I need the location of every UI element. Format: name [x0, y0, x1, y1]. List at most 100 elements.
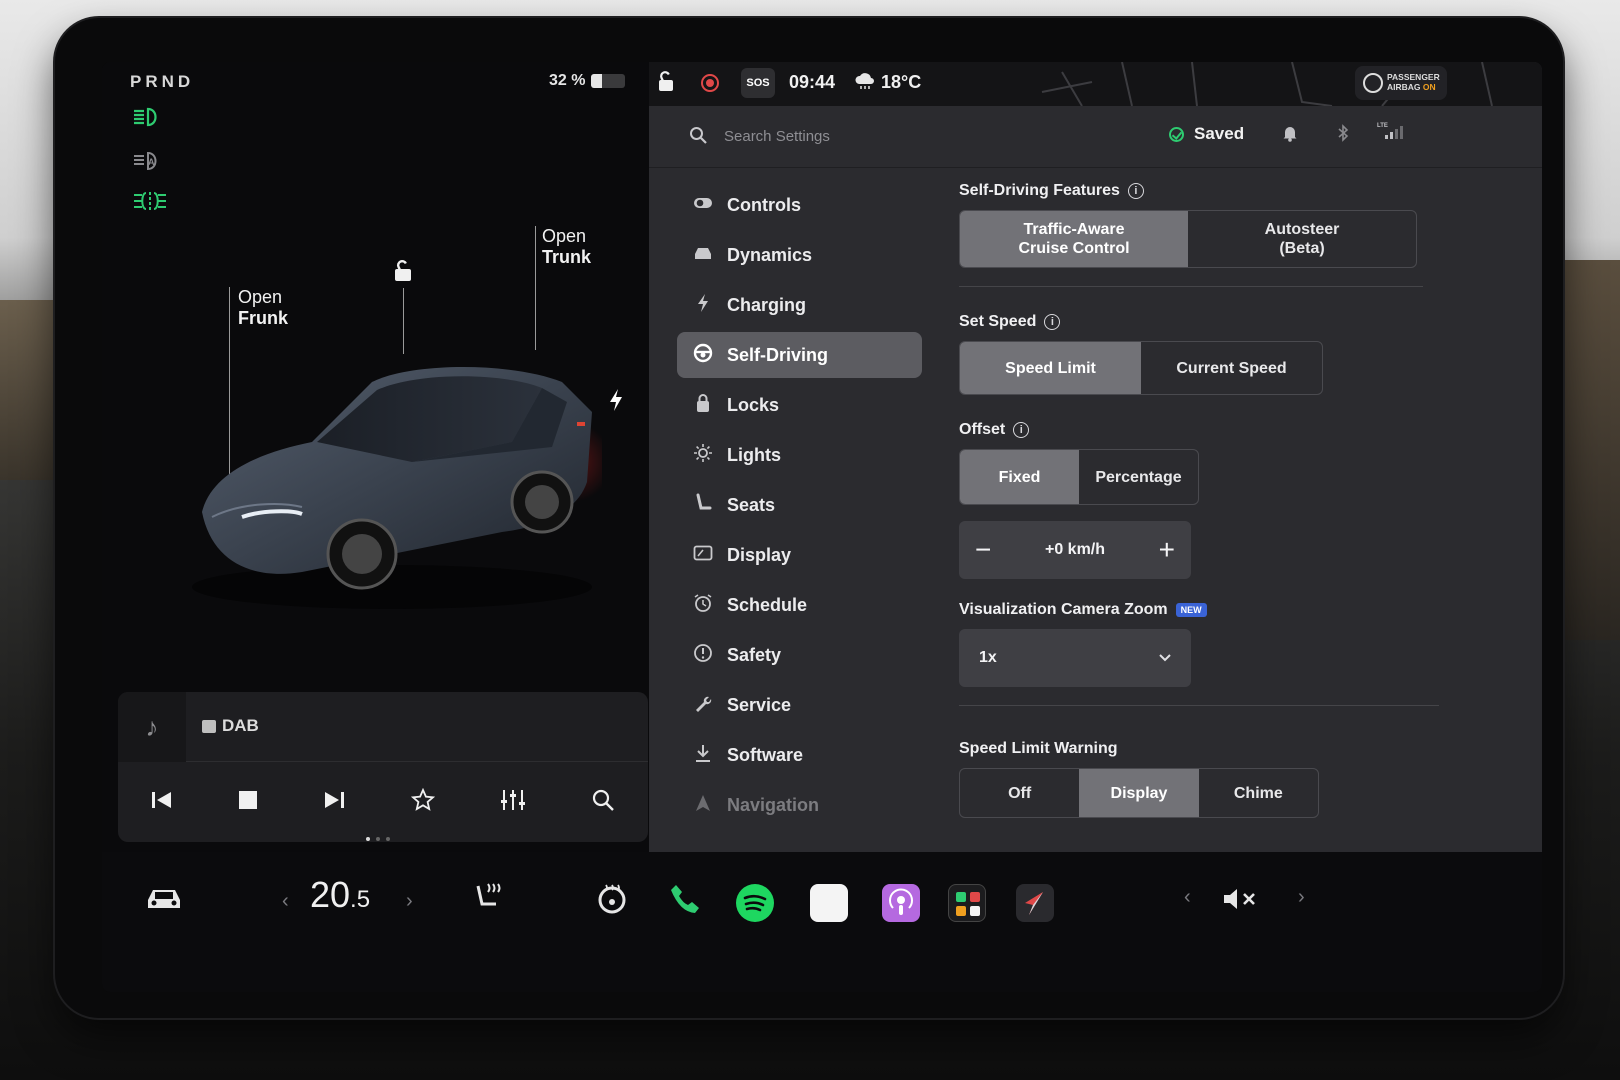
- percentage-option[interactable]: Percentage: [1079, 450, 1198, 504]
- sidebar-item-label: Service: [727, 694, 792, 715]
- status-bar: SOS 09:44 18°C PASSENGER AIRBAG ON: [649, 62, 1542, 106]
- sidebar-item-self-driving[interactable]: Self-Driving: [677, 332, 922, 378]
- fixed-option[interactable]: Fixed: [960, 450, 1079, 504]
- navigation-arrow-icon: [693, 793, 713, 818]
- sidebar-item-locks[interactable]: Locks: [677, 382, 922, 428]
- toggle-icon: [693, 195, 713, 215]
- cabin-temperature[interactable]: 20.5: [310, 874, 370, 916]
- wrench-icon: [693, 693, 713, 718]
- warning-off-option[interactable]: Off: [960, 769, 1079, 817]
- sidebar-item-label: Navigation: [727, 794, 820, 815]
- warning-chime-option[interactable]: Chime: [1199, 769, 1318, 817]
- search-icon: [690, 127, 707, 144]
- radio-source-icon: [202, 719, 216, 733]
- navigation-icon[interactable]: [1016, 884, 1054, 922]
- airbag-line1: PASSENGER: [1387, 72, 1440, 82]
- calendar-icon[interactable]: [810, 884, 848, 922]
- page-dot: [386, 837, 390, 841]
- volume-down-chevron-icon[interactable]: ‹: [1184, 886, 1191, 909]
- sidebar-item-display[interactable]: Display: [677, 532, 922, 578]
- car-icon[interactable]: [144, 884, 184, 920]
- option-line: Traffic-Aware: [1023, 221, 1125, 238]
- settings-panel: SOS 09:44 18°C PASSENGER AIRBAG ON Saved: [649, 62, 1542, 852]
- autosteer-beta-option[interactable]: Autosteer (Beta): [1188, 211, 1416, 267]
- speed-limit-warning-title: Speed Limit Warning: [959, 740, 1118, 757]
- sidebar-item-charging[interactable]: Charging: [677, 282, 922, 328]
- sidebar-item-label: Charging: [727, 294, 806, 315]
- sidebar-item-label: Safety: [727, 644, 782, 665]
- temp-down-chevron-icon[interactable]: ‹: [282, 890, 289, 913]
- camera-zoom-dropdown[interactable]: 1x: [959, 629, 1191, 687]
- current-speed-option[interactable]: Current Speed: [1141, 342, 1322, 394]
- volume-up-chevron-icon[interactable]: ›: [1298, 886, 1305, 909]
- camera-zoom-value: 1x: [979, 649, 997, 666]
- plus-button[interactable]: +: [1159, 534, 1175, 566]
- speed-limit-option[interactable]: Speed Limit: [960, 342, 1141, 394]
- info-icon[interactable]: i: [1013, 422, 1030, 438]
- info-icon[interactable]: i: [1127, 183, 1144, 199]
- previous-icon[interactable]: [151, 789, 173, 817]
- sidebar-item-safety[interactable]: Safety: [677, 632, 922, 678]
- stop-icon[interactable]: [238, 789, 258, 817]
- speed-limit-warning-toggle: Off Display Chime: [959, 768, 1319, 818]
- fog-lights-icon: [132, 190, 168, 218]
- alert-icon: [693, 643, 713, 668]
- bell-icon[interactable]: [1282, 124, 1298, 147]
- offset-mode-toggle: Fixed Percentage: [959, 449, 1199, 505]
- vehicle-3d-model[interactable]: [182, 342, 602, 612]
- airbag-state: ON: [1422, 82, 1436, 92]
- seat-icon: [693, 493, 713, 518]
- open-trunk-callout[interactable]: Open Trunk: [542, 226, 591, 268]
- open-frunk-callout[interactable]: Open Frunk: [238, 287, 288, 329]
- warning-display-option[interactable]: Display: [1079, 769, 1199, 817]
- touchscreen: PRND 32 % A Open Frunk Open Trunk ♪ DAB …: [102, 62, 1542, 992]
- profile-saved-status[interactable]: Saved: [1169, 124, 1244, 144]
- media-controls: [118, 768, 648, 838]
- map-background: [1041, 62, 1493, 106]
- sidebar-item-dynamics[interactable]: Dynamics: [677, 232, 922, 278]
- media-page-dots: [366, 837, 390, 841]
- temp-up-chevron-icon[interactable]: ›: [406, 890, 413, 913]
- minus-button[interactable]: −: [975, 534, 991, 566]
- sidebar-item-software[interactable]: Software: [677, 732, 922, 778]
- sidebar-item-schedule[interactable]: Schedule: [677, 582, 922, 628]
- favorite-icon[interactable]: [410, 787, 435, 819]
- sidebar-item-lights[interactable]: Lights: [677, 432, 922, 478]
- music-note-icon: ♪: [118, 692, 186, 762]
- trunk-line1: Open: [542, 226, 587, 246]
- battery-status: 32 %: [549, 72, 626, 90]
- unlock-icon[interactable]: [392, 258, 411, 281]
- podcasts-icon[interactable]: [882, 884, 920, 922]
- sidebar-item-label: Seats: [727, 494, 776, 515]
- search-input[interactable]: [724, 122, 1054, 150]
- gear-indicator: PRND: [130, 72, 195, 91]
- sidebar-item-seats[interactable]: Seats: [677, 482, 922, 528]
- sidebar-item-service[interactable]: Service: [677, 682, 922, 728]
- spotify-icon[interactable]: [736, 884, 774, 922]
- unlocked-status-icon[interactable]: [657, 70, 677, 97]
- info-icon[interactable]: i: [1044, 314, 1061, 330]
- charge-port-bolt-icon[interactable]: [608, 388, 624, 418]
- battery-level-fill: [591, 74, 603, 88]
- steering-wheel-heat-icon[interactable]: [596, 882, 628, 922]
- traffic-aware-cruise-control-option[interactable]: Traffic-Aware Cruise Control: [960, 211, 1188, 267]
- media-search-icon[interactable]: [591, 788, 615, 819]
- trunk-callout-line: [535, 226, 536, 350]
- equalizer-icon[interactable]: [500, 788, 526, 819]
- volume-muted-icon[interactable]: [1222, 886, 1258, 920]
- dashcam-record-icon[interactable]: [701, 74, 719, 92]
- media-now-playing[interactable]: ♪ DAB: [118, 692, 648, 762]
- seat-heater-icon[interactable]: [472, 880, 504, 922]
- phone-icon[interactable]: [668, 882, 702, 924]
- chevron-down-icon: [1159, 654, 1171, 662]
- sos-button[interactable]: SOS: [741, 68, 775, 98]
- next-icon[interactable]: [323, 789, 345, 817]
- sidebar-item-navigation[interactable]: Navigation: [677, 782, 922, 828]
- option-line: (Beta): [1279, 240, 1325, 257]
- sidebar-item-controls[interactable]: Controls: [677, 182, 922, 228]
- self-driving-settings: Self-Driving Features i Traffic-Aware Cru…: [959, 182, 1519, 818]
- sos-label: SOS: [746, 77, 770, 89]
- bluetooth-icon[interactable]: [1337, 124, 1349, 147]
- toybox-icon[interactable]: [948, 884, 986, 922]
- auto-headlights-icon: A: [132, 150, 164, 177]
